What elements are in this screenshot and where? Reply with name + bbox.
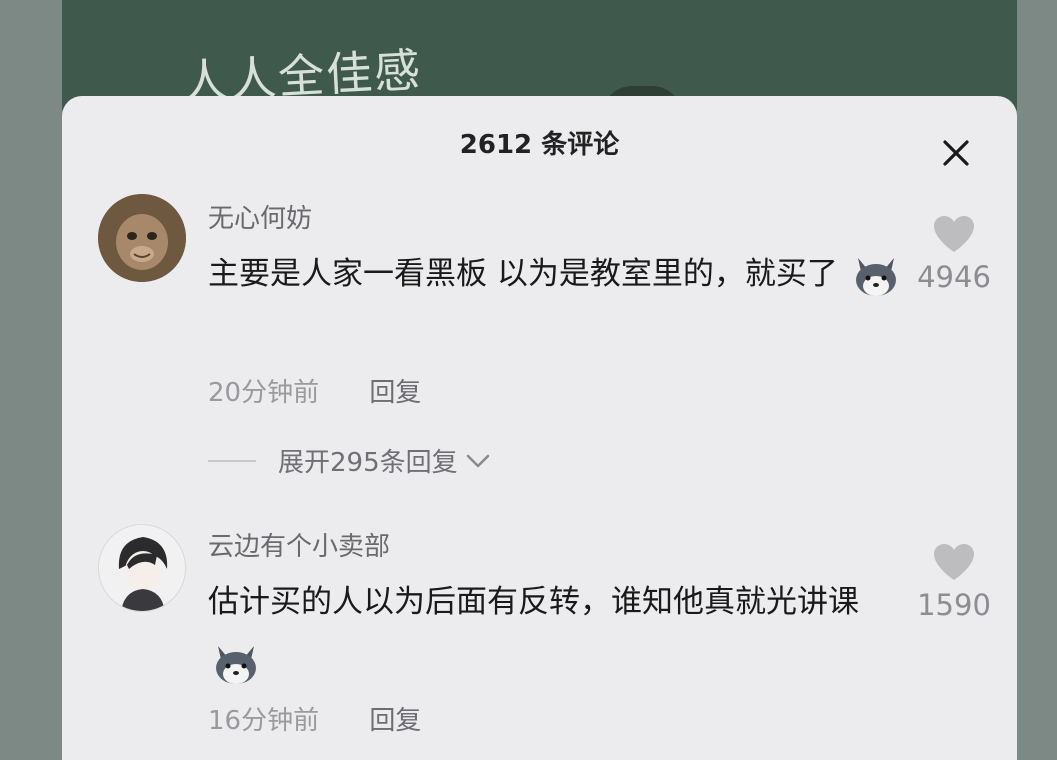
comment-text-content: 主要是人家一看黑板 以为是教室里的，就买了 <box>208 256 838 292</box>
divider-line <box>208 459 256 462</box>
comment-time: 16分钟前 <box>208 706 320 736</box>
chevron-down-icon <box>466 454 489 467</box>
dog-emoji-icon <box>852 254 900 298</box>
comment-text: 主要是人家一看黑板 以为是教室里的，就买了 <box>208 244 908 304</box>
close-icon <box>943 140 969 166</box>
reply-button[interactable]: 回复 <box>369 706 421 736</box>
heart-icon <box>934 544 974 580</box>
like-count: 4946 <box>917 260 991 294</box>
anime-boy-avatar-icon <box>99 525 185 611</box>
close-button[interactable] <box>939 136 973 170</box>
comment-username[interactable]: 云边有个小卖部 <box>208 526 390 563</box>
comment-meta: 20分钟前 回复 <box>208 372 421 409</box>
expand-replies-label: 展开295条回复 <box>278 448 458 478</box>
video-background-chalkboard: 人人全佳感 <box>62 0 1017 110</box>
comment-meta: 16分钟前 回复 <box>208 700 421 737</box>
expand-replies-button[interactable]: 展开295条回复 <box>208 442 492 479</box>
monkey-avatar-icon <box>98 194 186 282</box>
dog-emoji-icon <box>212 642 260 686</box>
comment-text: 估计买的人以为后面有反转，谁知他真就光讲课 <box>208 572 908 692</box>
comment-username[interactable]: 无心何妨 <box>208 198 312 235</box>
left-side-border <box>0 0 62 760</box>
like-button[interactable]: 1590 <box>909 542 999 622</box>
heart-icon <box>934 216 974 252</box>
right-side-border <box>1017 0 1057 760</box>
avatar[interactable] <box>98 524 186 612</box>
comment-time: 20分钟前 <box>208 378 320 408</box>
reply-button[interactable]: 回复 <box>369 378 421 408</box>
comments-panel: 2612 条评论 无心何妨 主要是人家一看黑板 以为是教室里的，就买了 20分钟… <box>62 96 1017 760</box>
comment-count-title: 2612 条评论 <box>459 130 620 160</box>
comment-text-content: 估计买的人以为后面有反转，谁知他真就光讲课 <box>208 584 859 620</box>
avatar[interactable] <box>98 194 186 282</box>
like-count: 1590 <box>917 588 991 622</box>
like-button[interactable]: 4946 <box>909 214 999 294</box>
